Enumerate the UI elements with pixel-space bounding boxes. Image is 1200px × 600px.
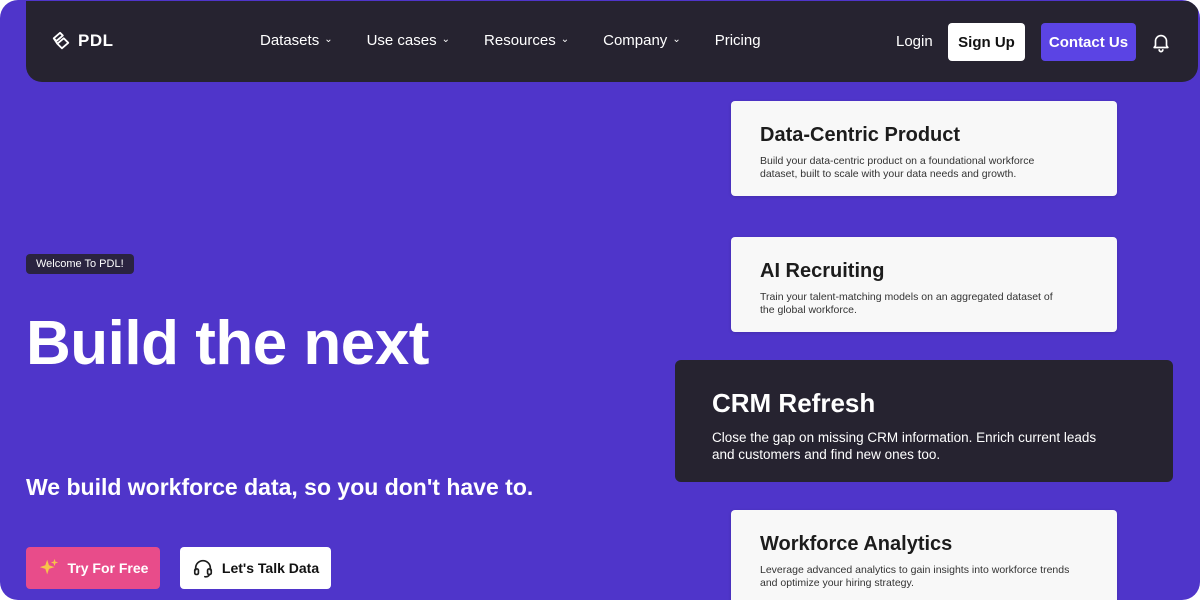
card-title: Workforce Analytics: [760, 533, 953, 555]
sparkle-icon: [39, 558, 58, 575]
card-description: Close the gap on missing CRM information…: [712, 430, 1097, 462]
try-for-free-button[interactable]: Try For Free: [26, 547, 160, 589]
nav-links: Datasets ⌄ Use cases ⌄ Resources ⌄ Compa…: [260, 32, 795, 49]
headset-icon: [193, 559, 212, 578]
nav-item-label: Datasets: [260, 32, 320, 49]
nav-item-label: Pricing: [714, 32, 761, 49]
nav-item-resources[interactable]: Resources ⌄: [484, 32, 569, 49]
card-description: Train your talent-matching models on an …: [760, 291, 1053, 316]
card-description: Leverage advanced analytics to gain insi…: [760, 564, 1070, 589]
bell-icon[interactable]: [1150, 31, 1172, 53]
lets-talk-data-label: Let's Talk Data: [221, 560, 320, 576]
try-for-free-label: Try For Free: [67, 560, 149, 576]
login-link[interactable]: Login: [896, 33, 933, 50]
use-case-card[interactable]: Workforce Analytics Leverage advanced an…: [731, 510, 1117, 600]
page: PDL Datasets ⌄ Use cases ⌄ Resources ⌄ C…: [0, 0, 1200, 600]
card-title: AI Recruiting: [760, 260, 885, 282]
chevron-down-icon: ⌄: [560, 34, 570, 45]
nav-item-label: Company: [603, 32, 668, 49]
pdl-logo-icon: [52, 31, 70, 50]
lets-talk-data-button[interactable]: Let's Talk Data: [180, 547, 331, 589]
brand-name: PDL: [78, 31, 114, 50]
nav-item-label: Resources: [484, 32, 556, 49]
nav-item-pricing[interactable]: Pricing: [715, 32, 761, 49]
card-title: Data-Centric Product: [760, 124, 961, 146]
welcome-badge: Welcome To PDL!: [26, 254, 134, 274]
hero-headline: Build the next: [26, 309, 429, 378]
chevron-down-icon: ⌄: [324, 34, 333, 45]
hero-subheadline: We build workforce data, so you don't ha…: [26, 474, 534, 500]
chevron-down-icon: ⌄: [672, 34, 681, 45]
brand-logo[interactable]: PDL: [50, 31, 114, 51]
chevron-down-icon: ⌄: [441, 34, 451, 45]
card-description: Build your data-centric product on a fou…: [760, 155, 1035, 180]
use-case-card[interactable]: Data-Centric Product Build your data-cen…: [731, 101, 1117, 196]
contact-us-button[interactable]: Contact Us: [1041, 23, 1136, 61]
card-title: CRM Refresh: [712, 388, 876, 418]
nav-item-label: Use cases: [366, 32, 437, 49]
top-navbar: PDL Datasets ⌄ Use cases ⌄ Resources ⌄ C…: [26, 1, 1198, 82]
nav-item-datasets[interactable]: Datasets ⌄: [260, 32, 333, 49]
nav-item-use-cases[interactable]: Use cases ⌄: [367, 32, 450, 49]
use-case-card-active[interactable]: CRM Refresh Close the gap on missing CRM…: [675, 360, 1173, 482]
use-case-card[interactable]: AI Recruiting Train your talent-matching…: [731, 237, 1117, 332]
signup-button[interactable]: Sign Up: [948, 23, 1025, 61]
nav-item-company[interactable]: Company ⌄: [603, 32, 681, 49]
